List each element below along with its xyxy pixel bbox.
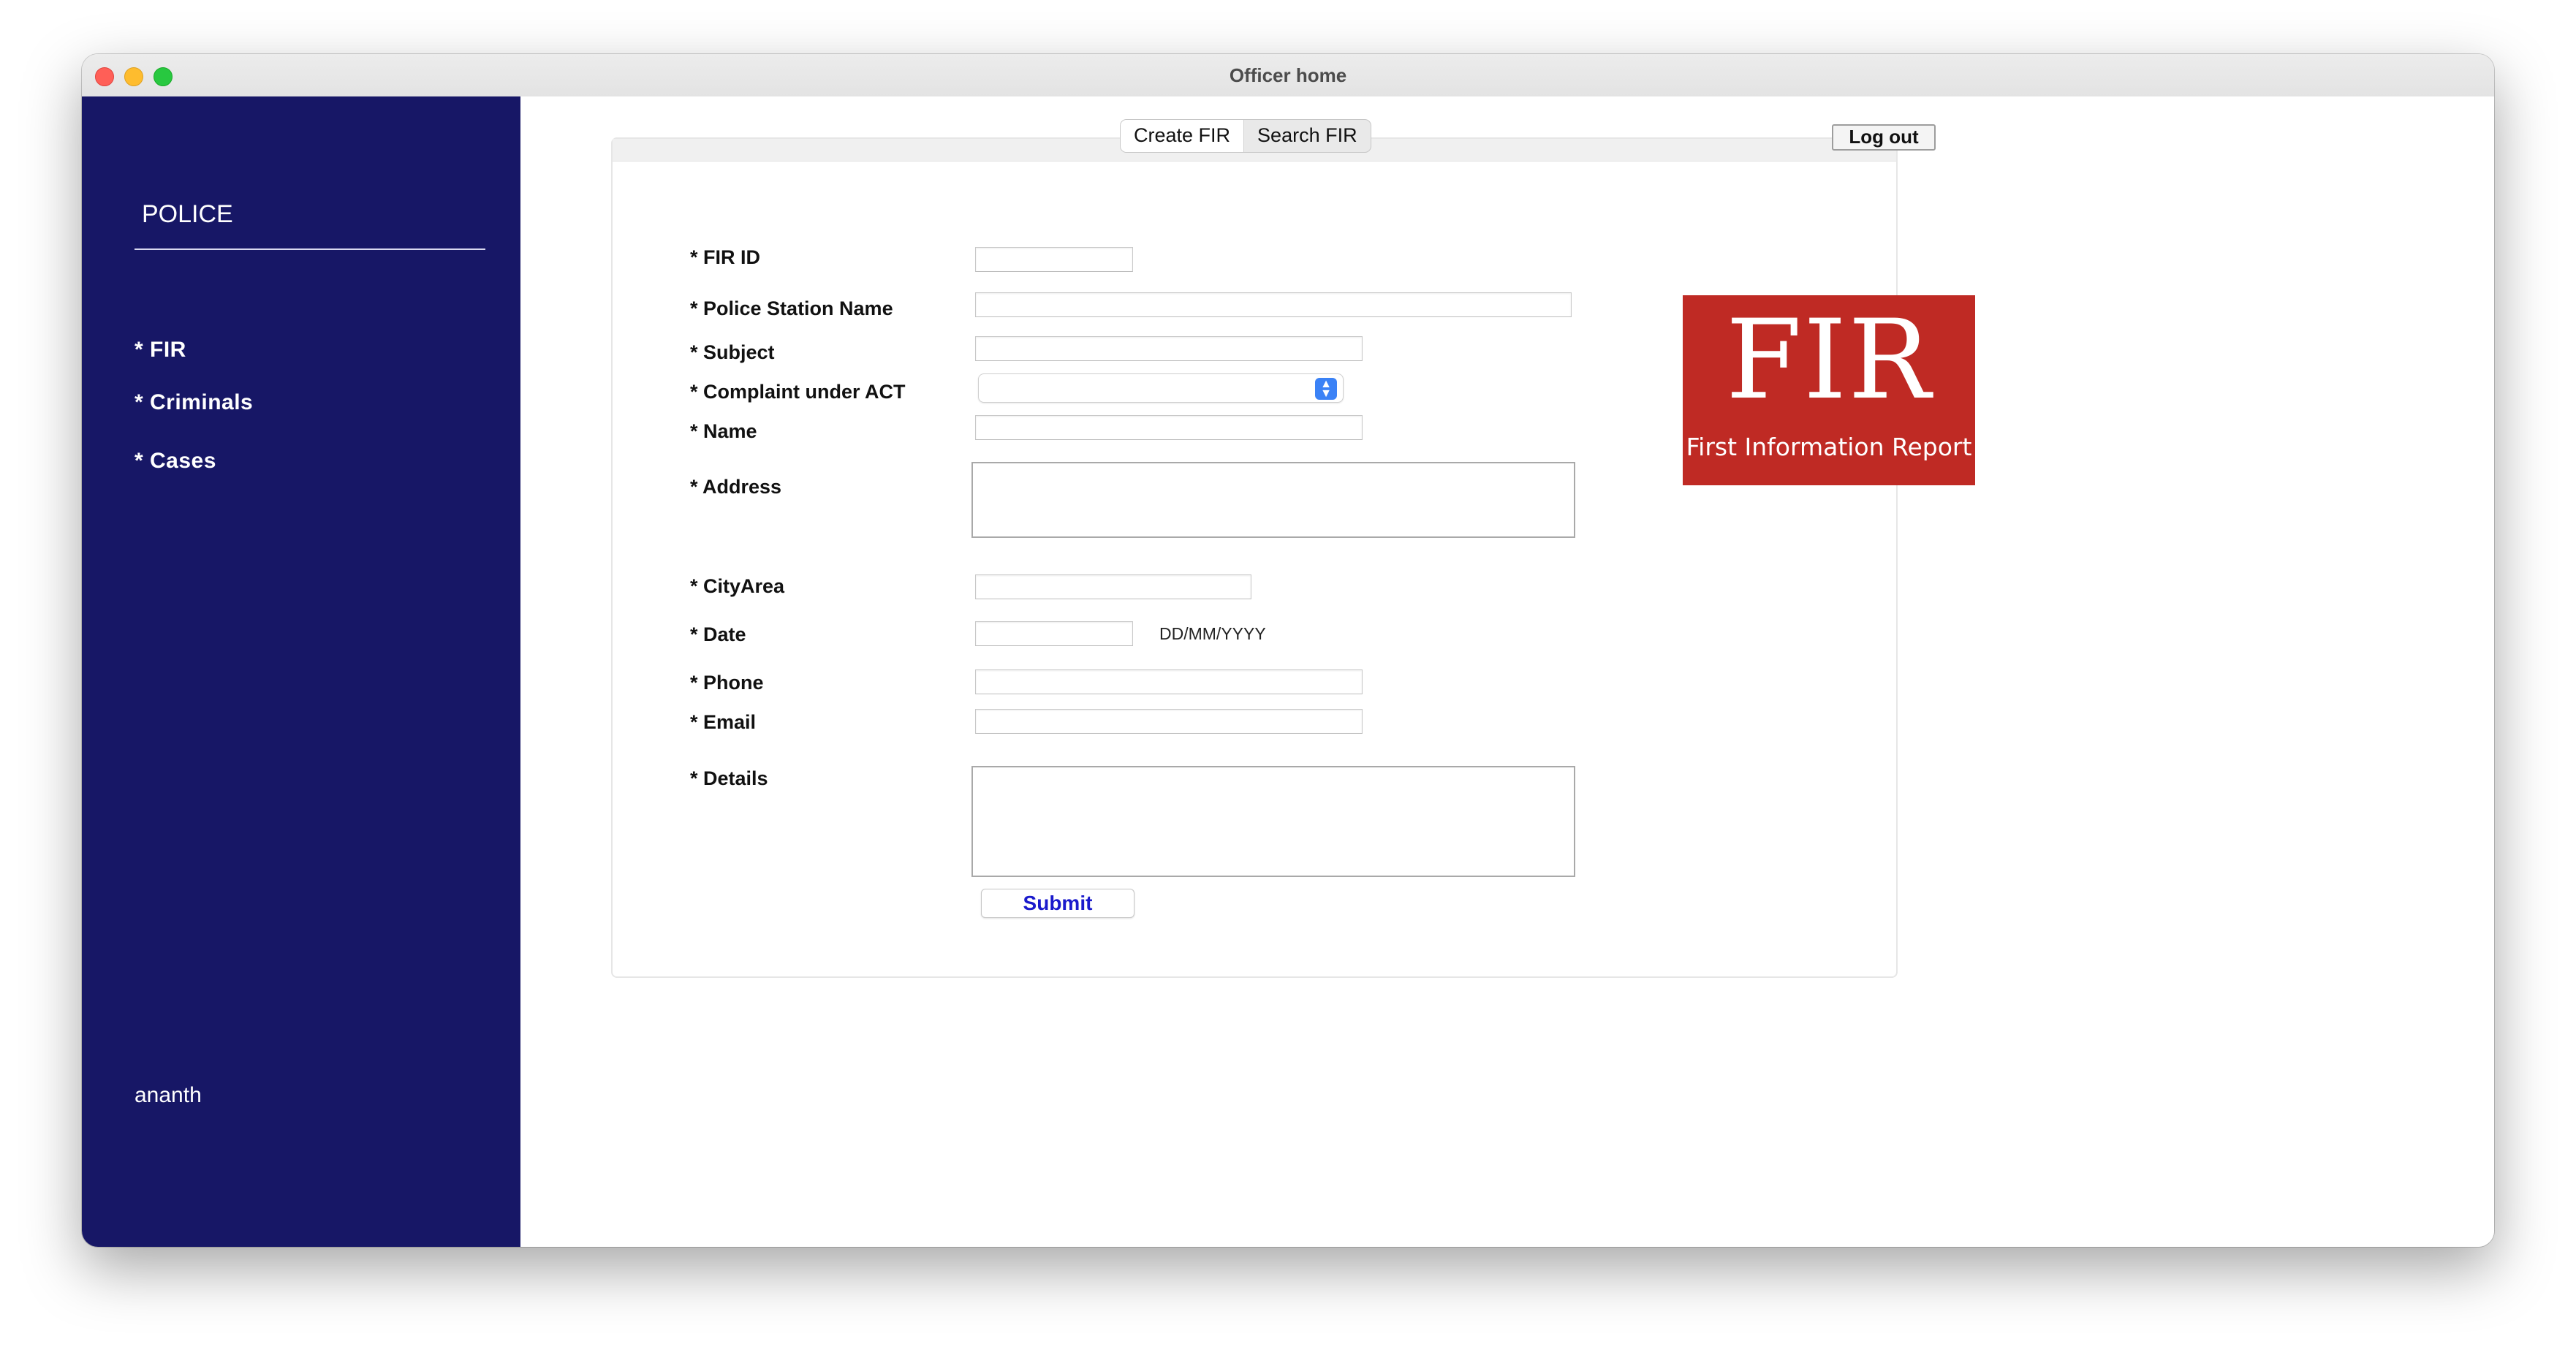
- fir-id-input[interactable]: [975, 247, 1133, 272]
- submit-button[interactable]: Submit: [981, 889, 1134, 918]
- app-window: Officer home POLICE * FIR * Criminals * …: [82, 54, 2494, 1247]
- label-complaint-act: * Complaint under ACT: [690, 381, 906, 403]
- label-date: * Date: [690, 623, 746, 645]
- fir-banner-image: FIR First Information Report: [1683, 295, 1975, 485]
- city-area-input[interactable]: [975, 574, 1251, 599]
- sidebar-item-cases[interactable]: * Cases: [135, 449, 216, 474]
- subject-input[interactable]: [975, 336, 1363, 361]
- label-phone: * Phone: [690, 672, 764, 694]
- tab-search-fir[interactable]: Search FIR: [1244, 120, 1371, 152]
- label-name: * Name: [690, 420, 757, 442]
- complaint-act-select[interactable]: ▲ ▼: [978, 373, 1344, 403]
- phone-input[interactable]: [975, 669, 1363, 694]
- main-content: Create FIR Search FIR Log out * FIR ID *…: [520, 96, 2494, 1247]
- label-fir-id: * FIR ID: [690, 246, 761, 268]
- logout-button[interactable]: Log out: [1832, 124, 1936, 151]
- sidebar-brand: POLICE: [142, 200, 233, 228]
- sidebar-item-criminals[interactable]: * Criminals: [135, 390, 253, 415]
- updown-chevron-icon: ▲ ▼: [1315, 378, 1337, 400]
- window-title: Officer home: [1229, 64, 1347, 86]
- fir-banner-subtitle: First Information Report: [1686, 433, 1972, 461]
- police-station-input[interactable]: [975, 292, 1572, 317]
- label-city-area: * CityArea: [690, 575, 785, 597]
- title-bar: Officer home: [82, 54, 2494, 97]
- logged-in-user: ananth: [135, 1083, 202, 1107]
- label-address: * Address: [690, 476, 782, 498]
- address-textarea[interactable]: [971, 462, 1575, 538]
- tab-bar: Create FIR Search FIR: [1120, 119, 1371, 153]
- sidebar-item-fir[interactable]: * FIR: [135, 338, 186, 363]
- label-email: * Email: [690, 711, 757, 733]
- label-police-station: * Police Station Name: [690, 297, 893, 319]
- label-subject: * Subject: [690, 341, 775, 363]
- fir-banner-title: FIR: [1725, 297, 1933, 424]
- date-input[interactable]: [975, 621, 1133, 646]
- label-details: * Details: [690, 767, 768, 789]
- date-format-hint: DD/MM/YYYY: [1159, 624, 1266, 643]
- sidebar: POLICE * FIR * Criminals * Cases ananth: [82, 96, 520, 1247]
- brand-divider: [135, 248, 485, 250]
- name-input[interactable]: [975, 415, 1363, 440]
- email-input[interactable]: [975, 709, 1363, 734]
- details-textarea[interactable]: [971, 766, 1575, 877]
- tab-create-fir[interactable]: Create FIR: [1121, 120, 1245, 152]
